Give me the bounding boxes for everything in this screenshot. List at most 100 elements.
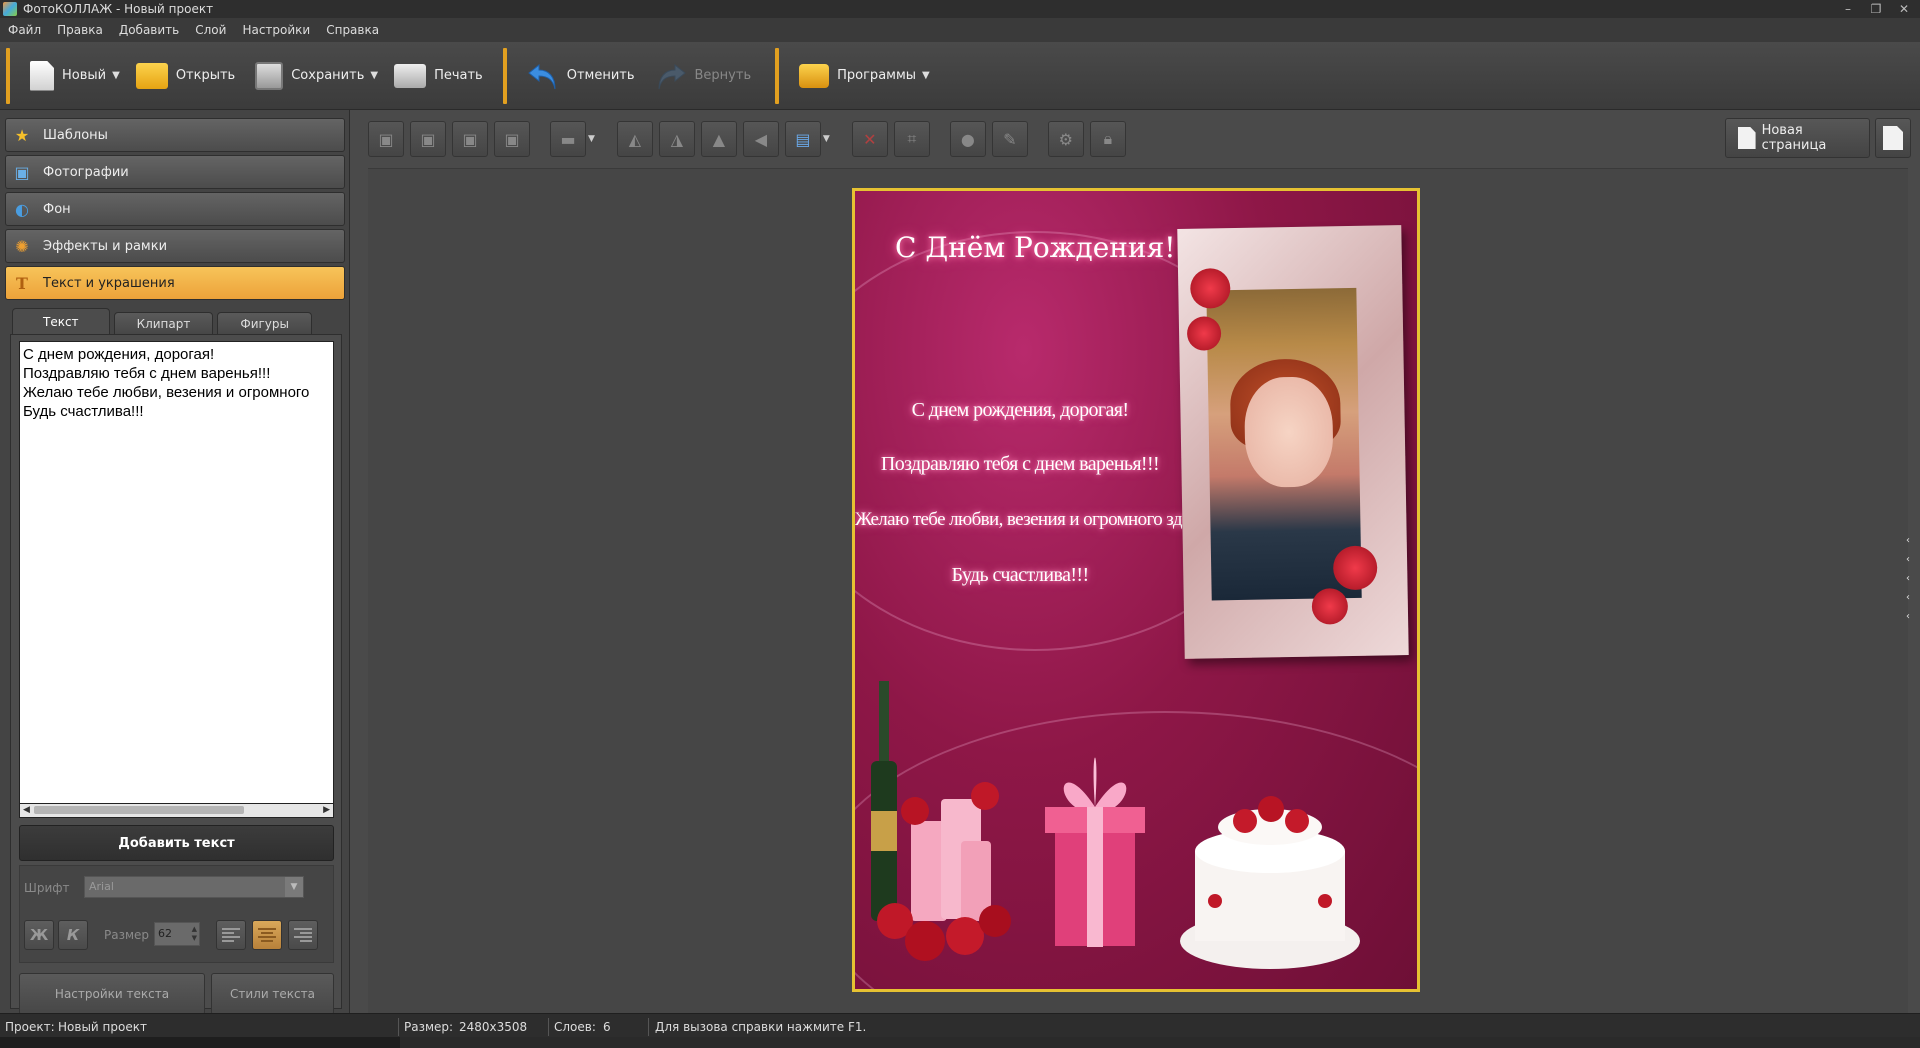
lock-button[interactable]: 🔒︎ — [1089, 121, 1126, 157]
size-stepper[interactable]: 62 ▲ ▼ — [154, 922, 200, 946]
tab-clipart[interactable]: Клипарт — [113, 312, 214, 334]
collage-title[interactable]: С Днём Рождения! — [895, 231, 1176, 264]
box-icon — [799, 63, 830, 88]
collage-text-line[interactable]: Будь счастлива!!! — [855, 564, 1185, 587]
open-button[interactable]: Открыть — [126, 46, 245, 106]
print-button[interactable]: Печать — [384, 46, 493, 106]
add-text-button[interactable]: Добавить текст — [19, 825, 334, 861]
new-button-label: Новый — [62, 68, 107, 83]
sidebar-item-background[interactable]: ◐ Фон — [5, 192, 345, 226]
printer-icon — [394, 63, 427, 88]
status-layers-value: 6 — [603, 1020, 611, 1034]
align-right-button[interactable] — [288, 920, 318, 950]
main-toolbar: Новый ▼ Открыть Сохранить ▼ Печать Отмен… — [0, 42, 1920, 110]
new-button[interactable]: Новый — [20, 46, 116, 106]
position-dropdown-icon[interactable]: ▼ — [823, 134, 830, 144]
text-styles-button[interactable]: Стили текста — [211, 973, 334, 1015]
floppy-icon — [255, 61, 284, 90]
photo-frame[interactable] — [1177, 225, 1409, 659]
bring-forward-button[interactable]: ▣ — [410, 121, 446, 157]
menu-help[interactable]: Справка — [318, 18, 387, 42]
send-to-back-button[interactable]: ▣ — [494, 121, 530, 157]
align-left-button[interactable] — [216, 920, 246, 950]
chevron-left-icon[interactable]: ‹ — [1906, 554, 1918, 573]
flip-horizontal-button[interactable]: ▲ — [700, 121, 737, 157]
redo-button[interactable]: Вернуть — [645, 46, 762, 106]
undo-button[interactable]: Отменить — [517, 46, 645, 106]
flip-vertical-button[interactable]: ◀ — [742, 121, 779, 157]
sidebar-item-text[interactable]: T Текст и украшения — [5, 266, 345, 300]
cake-clipart[interactable] — [1175, 791, 1365, 971]
window-title: ФотоКОЛЛАЖ - Новый проект — [23, 2, 214, 16]
horizontal-scrollbar[interactable]: ◀ ▶ — [19, 804, 334, 818]
scroll-right-icon[interactable]: ▶ — [323, 804, 330, 817]
position-button[interactable]: ▤ — [784, 121, 821, 157]
sidebar-item-effects[interactable]: ✺ Эффекты и рамки — [5, 229, 345, 263]
champagne-candles-clipart[interactable] — [865, 671, 1015, 981]
stepper-arrows-icon[interactable]: ▲ ▼ — [192, 925, 197, 943]
sidebar-item-label: Фон — [43, 201, 71, 217]
minimize-button[interactable]: – — [1834, 0, 1862, 18]
flip-vertical-icon: ◀ — [754, 129, 768, 149]
photo-icon: ▣ — [14, 162, 30, 182]
bold-button[interactable]: Ж — [24, 920, 54, 950]
fill-button[interactable]: ● — [949, 121, 986, 157]
status-size-label: Размер: — [404, 1020, 454, 1034]
brush-button[interactable]: ✎ — [991, 121, 1028, 157]
scroll-thumb[interactable] — [34, 806, 244, 814]
palette-icon: ✺ — [15, 236, 29, 256]
collage-text-line[interactable]: Желаю тебе любви, везения и огромного зд… — [855, 509, 1240, 531]
align-center-button[interactable] — [252, 920, 282, 950]
save-button[interactable]: Сохранить — [245, 46, 374, 106]
delete-button[interactable]: ✕ — [851, 121, 888, 157]
programs-dropdown-icon[interactable]: ▼ — [922, 70, 936, 81]
text-settings-button[interactable]: Настройки текста — [19, 973, 205, 1015]
new-dropdown-icon[interactable]: ▼ — [112, 70, 126, 81]
sidebar-item-templates[interactable]: ★ Шаблоны — [5, 118, 345, 152]
chevron-left-icon[interactable]: ‹ — [1906, 535, 1918, 554]
sidebar-item-label: Шаблоны — [43, 127, 108, 143]
align-button[interactable]: ▬ — [550, 121, 586, 157]
bring-to-front-button[interactable]: ▣ — [368, 121, 404, 157]
menu-bar: Файл Правка Добавить Слой Настройки Спра… — [0, 18, 1920, 42]
font-select[interactable]: Arial ▼ — [84, 876, 304, 898]
delete-x-icon: ✕ — [863, 129, 877, 149]
chevron-left-icon[interactable]: ‹ — [1906, 611, 1918, 630]
close-button[interactable]: ✕ — [1890, 0, 1918, 18]
menu-edit[interactable]: Правка — [49, 18, 111, 42]
bottom-strip — [0, 1037, 1920, 1048]
menu-file[interactable]: Файл — [0, 18, 49, 42]
redo-button-label: Вернуть — [694, 68, 752, 83]
tab-text[interactable]: Текст — [12, 308, 110, 334]
menu-add[interactable]: Добавить — [111, 18, 187, 42]
align-objects-icon: ▬ — [560, 129, 576, 149]
text-icon: T — [16, 273, 28, 293]
menu-settings[interactable]: Настройки — [234, 18, 318, 42]
italic-button[interactable]: К — [58, 920, 88, 950]
rotate-left-button[interactable]: ◭ — [616, 121, 653, 157]
save-dropdown-icon[interactable]: ▼ — [370, 70, 384, 81]
align-dropdown-icon[interactable]: ▼ — [588, 134, 595, 144]
text-input[interactable]: С днем рождения, дорогая! Поздравляю теб… — [19, 341, 334, 804]
rotate-right-button[interactable]: ◮ — [658, 121, 695, 157]
page-settings-button[interactable] — [1875, 118, 1911, 158]
chevron-left-icon[interactable]: ‹ — [1906, 573, 1918, 592]
new-page-button[interactable]: Новая страница — [1725, 118, 1870, 158]
rotate-left-icon: ◭ — [628, 129, 642, 149]
scroll-left-icon[interactable]: ◀ — [23, 804, 30, 817]
title-bar: ФотоКОЛЛАЖ - Новый проект – ❐ ✕ — [0, 0, 1920, 18]
collage-page[interactable]: С Днём Рождения! С днем рождения, дорога… — [852, 188, 1420, 992]
crop-button[interactable]: ⌗ — [893, 121, 930, 157]
tab-shapes[interactable]: Фигуры — [217, 312, 312, 334]
collage-text-line[interactable]: Поздравляю тебя с днем варенья!!! — [855, 453, 1185, 476]
gift-box-clipart[interactable] — [1045, 731, 1145, 951]
menu-layer[interactable]: Слой — [187, 18, 234, 42]
status-bar: Проект: Новый проект Размер: 2480x3508 С… — [0, 1013, 1920, 1048]
sidebar-item-photos[interactable]: ▣ Фотографии — [5, 155, 345, 189]
collage-text-line[interactable]: С днем рождения, дорогая! — [855, 399, 1185, 422]
send-backward-button[interactable]: ▣ — [452, 121, 488, 157]
maximize-button[interactable]: ❐ — [1862, 0, 1890, 18]
programs-button[interactable]: Программы — [789, 46, 926, 106]
chevron-left-icon[interactable]: ‹ — [1906, 592, 1918, 611]
properties-button[interactable]: ⚙ — [1047, 121, 1084, 157]
